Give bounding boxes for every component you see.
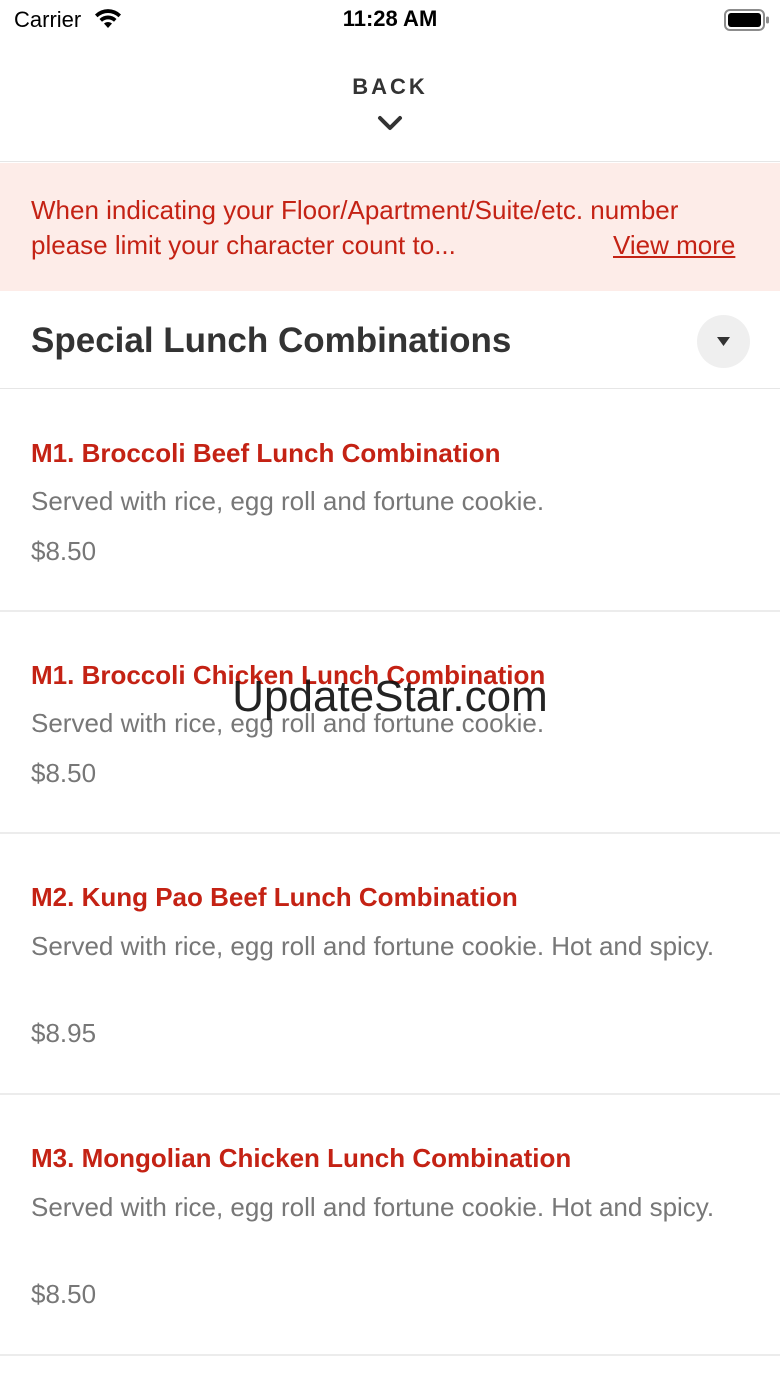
category-header[interactable]: Special Lunch Combinations [0,291,780,389]
battery-icon [724,9,770,36]
view-more-link[interactable]: View more [613,228,735,263]
clock: 11:28 AM [342,6,438,31]
menu-item[interactable]: M1. Broccoli Chicken Lunch Combination S… [0,612,780,834]
menu-item-price: $8.50 [31,758,97,788]
menu-item-price: $8.95 [31,1018,97,1048]
menu-item-description: Served with rice, egg roll and fortune c… [31,1192,715,1222]
category-title: Special Lunch Combinations [31,321,512,360]
back-button[interactable]: BACK [0,40,780,162]
menu-item[interactable]: M1. Broccoli Beef Lunch Combination Serv… [0,390,780,612]
menu-item-description: Served with rice, egg roll and fortune c… [31,931,715,961]
menu-item-name: M1. Broccoli Chicken Lunch Combination [31,660,546,690]
chevron-down-icon [377,114,403,137]
collapse-toggle-button[interactable] [697,315,750,368]
status-bar: Carrier 11:28 AM [0,0,780,40]
back-label: BACK [352,74,428,99]
menu-item-price: $8.50 [31,536,97,566]
menu-item-description: Served with rice, egg roll and fortune c… [31,486,545,516]
notice-banner: When indicating your Floor/Apartment/Sui… [0,163,780,291]
menu-item[interactable]: M3. Mongolian Chicken Lunch Combination … [0,1095,780,1356]
menu-item-description: Served with rice, egg roll and fortune c… [31,708,545,738]
caret-down-icon [717,337,730,346]
menu-item-name: M3. Mongolian Chicken Lunch Combination [31,1143,572,1173]
menu-item-name: M1. Broccoli Beef Lunch Combination [31,438,501,468]
menu-item[interactable]: M2. Kung Pao Beef Lunch Combination Serv… [0,834,780,1095]
notice-message: When indicating your Floor/Apartment/Sui… [31,195,679,260]
menu-item-name: M2. Kung Pao Beef Lunch Combination [31,882,518,912]
menu-item-price: $8.50 [31,1279,97,1309]
